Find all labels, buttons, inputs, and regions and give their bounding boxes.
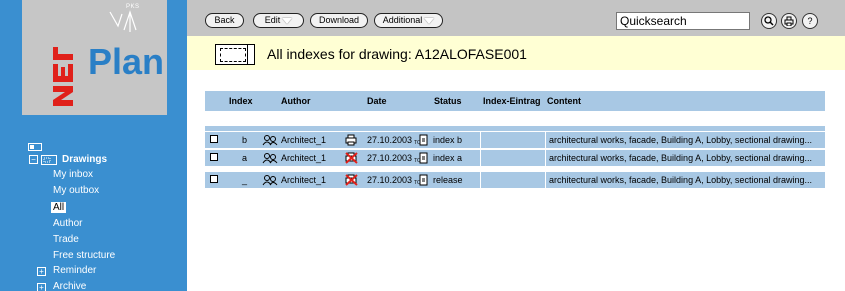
index-cell: a [242, 153, 248, 163]
sidebar-item-label: My inbox [53, 169, 94, 180]
expand-icon[interactable]: + [37, 283, 46, 291]
column-header-author[interactable]: Author [281, 96, 311, 106]
printer-icon[interactable] [781, 13, 797, 29]
content-cell: architectural works, facade, Building A,… [549, 153, 812, 163]
quicksearch-input[interactable]: Quicksearch [616, 12, 750, 30]
column-divider [545, 132, 546, 148]
status-cell: index b [433, 135, 463, 145]
column-divider [545, 150, 546, 166]
column-divider [545, 172, 546, 188]
row-checkbox[interactable] [210, 153, 218, 161]
content-cell: architectural works, facade, Building A,… [549, 135, 812, 145]
chevron-down-icon [424, 17, 435, 24]
column-header-index-eintrag[interactable]: Index-Eintrag [483, 96, 541, 106]
table-row[interactable]: b Architect_1 27.10.2003 TO index b arch… [205, 132, 825, 148]
column-divider [480, 150, 481, 166]
sidebar-item-label: Archive [53, 281, 87, 291]
date-cell: 27.10.2003 [367, 175, 413, 185]
search-icon[interactable] [761, 13, 777, 29]
sidebar-item-label: Author [53, 218, 83, 229]
row-checkbox[interactable] [210, 135, 218, 143]
drawing-folder-icon [41, 155, 57, 165]
logo-arrows-icon [109, 10, 137, 32]
chevron-down-icon [282, 17, 293, 24]
logo-net-mark [49, 14, 77, 112]
sidebar-item-label: Free structure [53, 250, 116, 261]
help-icon[interactable]: ? [802, 13, 818, 29]
date-cell: 27.10.2003 [367, 135, 413, 145]
sidebar-item-label: My outbox [53, 185, 100, 196]
collapse-icon[interactable]: − [29, 155, 38, 164]
netplan-logo: PKS Plan [22, 0, 167, 115]
additional-button-label: Additional [382, 15, 423, 25]
document-to-icon[interactable]: TO [414, 174, 428, 186]
column-divider [480, 172, 481, 188]
page-title: All indexes for drawing: A12ALOFASE001 [267, 46, 527, 62]
no-print-icon[interactable] [345, 174, 359, 186]
row-checkbox[interactable] [210, 175, 218, 183]
edit-button[interactable]: Edit [253, 13, 304, 28]
table-divider [205, 126, 825, 131]
sidebar-item-label: Reminder [53, 265, 97, 276]
additional-button[interactable]: Additional [374, 13, 443, 28]
author-cell: Architect_1 [281, 135, 327, 145]
sidebar: PKS Plan − Drawings My inbox My outbox A… [0, 0, 187, 291]
table-row[interactable]: a Architect_1 27.10.2003 TO index a arch… [205, 150, 825, 166]
column-header-content[interactable]: Content [547, 96, 581, 106]
sidebar-collapse-toggle[interactable] [28, 143, 42, 151]
page-header: All indexes for drawing: A12ALOFASE001 [187, 36, 845, 70]
document-to-icon[interactable]: TO [414, 152, 428, 164]
expand-icon[interactable]: + [37, 267, 46, 276]
toolbar: Back Edit Download Additional Quicksearc… [187, 0, 845, 36]
index-cell: b [242, 135, 248, 145]
edit-button-label: Edit [264, 15, 281, 25]
sidebar-item-drawings[interactable]: − Drawings [0, 153, 187, 167]
no-print-icon[interactable] [345, 152, 359, 164]
sidebar-item-label: All [51, 202, 67, 213]
printer-icon[interactable] [345, 134, 357, 146]
column-divider [480, 132, 481, 148]
table-header: Index Author Date Status Index-Eintrag C… [205, 91, 825, 111]
table-row[interactable]: _ Architect_1 27.10.2003 TO release arch… [205, 172, 825, 188]
user-icon [262, 175, 278, 186]
sidebar-item-label: Trade [53, 234, 79, 245]
status-cell: release [433, 175, 463, 185]
download-button[interactable]: Download [310, 13, 368, 28]
author-cell: Architect_1 [281, 175, 327, 185]
author-cell: Architect_1 [281, 153, 327, 163]
date-cell: 27.10.2003 [367, 153, 413, 163]
column-header-status[interactable]: Status [434, 96, 462, 106]
back-button[interactable]: Back [205, 13, 244, 28]
status-cell: index a [433, 153, 463, 163]
document-to-icon[interactable]: TO [414, 134, 428, 146]
column-header-index[interactable]: Index [229, 96, 253, 106]
content-cell: architectural works, facade, Building A,… [549, 175, 812, 185]
drawing-icon [215, 44, 255, 65]
logo-plan-text: Plan [88, 41, 165, 82]
user-icon [262, 135, 278, 146]
column-header-date[interactable]: Date [367, 96, 387, 106]
index-cell: _ [242, 175, 248, 185]
user-icon [262, 153, 278, 164]
sidebar-item-label: Drawings [62, 154, 108, 165]
